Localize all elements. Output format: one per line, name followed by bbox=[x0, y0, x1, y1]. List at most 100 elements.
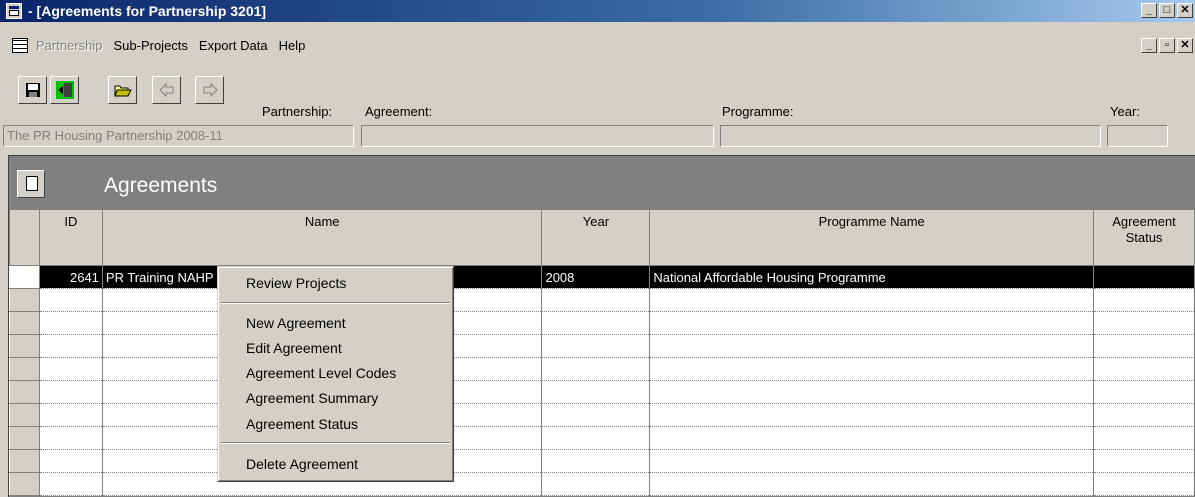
close-button[interactable]: ✕ bbox=[1177, 3, 1193, 18]
cell-status[interactable] bbox=[1093, 265, 1195, 289]
row-selector-header[interactable] bbox=[9, 209, 40, 266]
empty-cell[interactable] bbox=[39, 380, 103, 404]
menu-item-delete-agreement[interactable]: Delete Agreement bbox=[246, 456, 358, 472]
empty-cell[interactable] bbox=[541, 357, 651, 381]
empty-cell[interactable] bbox=[1093, 357, 1195, 381]
row-selector[interactable] bbox=[9, 288, 40, 312]
empty-cell[interactable] bbox=[541, 380, 651, 404]
mdi-close-button[interactable]: ✕ bbox=[1177, 38, 1193, 53]
row-selector[interactable] bbox=[9, 403, 40, 427]
cell-programme[interactable]: National Affordable Housing Programme bbox=[649, 265, 1095, 289]
menu-item-agreement-level-codes[interactable]: Agreement Level Codes bbox=[246, 365, 396, 381]
empty-cell[interactable] bbox=[541, 288, 651, 312]
column-header-year[interactable]: Year bbox=[541, 209, 651, 266]
empty-cell[interactable] bbox=[39, 449, 103, 473]
minimize-button[interactable]: _ bbox=[1141, 3, 1157, 18]
empty-cell[interactable] bbox=[1093, 380, 1195, 404]
row-selector[interactable] bbox=[9, 311, 40, 335]
column-header-programme-name[interactable]: Programme Name bbox=[649, 209, 1095, 266]
table-row[interactable] bbox=[9, 334, 1195, 358]
empty-cell[interactable] bbox=[541, 472, 651, 496]
empty-cell[interactable] bbox=[541, 449, 651, 473]
empty-cell[interactable] bbox=[541, 403, 651, 427]
table-row[interactable] bbox=[9, 403, 1195, 427]
cell-id[interactable]: 2641 bbox=[39, 265, 103, 289]
back-button[interactable] bbox=[152, 76, 181, 104]
cell-year[interactable]: 2008 bbox=[541, 265, 651, 289]
menu-export-data[interactable]: Export Data bbox=[199, 38, 268, 53]
row-selector[interactable] bbox=[9, 265, 40, 289]
empty-cell[interactable] bbox=[649, 311, 1095, 335]
row-selector[interactable] bbox=[9, 449, 40, 473]
new-document-button[interactable] bbox=[17, 170, 45, 198]
table-row[interactable] bbox=[9, 311, 1195, 335]
save-button[interactable] bbox=[18, 76, 47, 104]
menu-item-edit-agreement[interactable]: Edit Agreement bbox=[246, 340, 342, 356]
row-selector[interactable] bbox=[9, 472, 40, 496]
partnership-label: Partnership: bbox=[262, 104, 333, 119]
grid-icon[interactable] bbox=[12, 38, 28, 53]
empty-cell[interactable] bbox=[1093, 288, 1195, 312]
menu-item-new-agreement[interactable]: New Agreement bbox=[246, 315, 346, 331]
agreements-panel: Agreements ID Name Year Programme Name A… bbox=[8, 155, 1195, 497]
menu-partnership[interactable]: Partnership bbox=[36, 38, 102, 53]
folder-open-icon bbox=[113, 85, 132, 97]
mdi-minimize-button[interactable]: _ bbox=[1141, 38, 1157, 53]
row-selector[interactable] bbox=[9, 357, 40, 381]
row-selector[interactable] bbox=[9, 380, 40, 404]
maximize-button[interactable]: □ bbox=[1159, 3, 1175, 18]
empty-cell[interactable] bbox=[1093, 334, 1195, 358]
empty-cell[interactable] bbox=[39, 357, 103, 381]
menu-help[interactable]: Help bbox=[279, 38, 306, 53]
programme-field[interactable] bbox=[720, 125, 1101, 147]
table-row[interactable] bbox=[9, 449, 1195, 473]
menu-item-agreement-summary[interactable]: Agreement Summary bbox=[246, 390, 378, 406]
menu-item-review-projects[interactable]: Review Projects bbox=[246, 275, 346, 291]
partnership-field[interactable]: The PR Housing Partnership 2008-11 bbox=[3, 125, 354, 147]
empty-cell[interactable] bbox=[39, 426, 103, 450]
arrow-left-icon bbox=[158, 82, 173, 98]
empty-cell[interactable] bbox=[39, 288, 103, 312]
empty-cell[interactable] bbox=[39, 472, 103, 496]
row-selector[interactable] bbox=[9, 334, 40, 358]
column-header-id[interactable]: ID bbox=[38, 209, 103, 266]
empty-cell[interactable] bbox=[541, 426, 651, 450]
menu-sub-projects[interactable]: Sub-Projects bbox=[113, 38, 187, 53]
column-header-name[interactable]: Name bbox=[101, 209, 543, 266]
empty-cell[interactable] bbox=[649, 449, 1095, 473]
empty-cell[interactable] bbox=[649, 357, 1095, 381]
empty-cell[interactable] bbox=[541, 311, 651, 335]
empty-cell[interactable] bbox=[1093, 449, 1195, 473]
table-row[interactable]: 2641 PR Training NAHP 2008-11 2008 Natio… bbox=[9, 265, 1195, 289]
forward-button[interactable] bbox=[195, 76, 224, 104]
menu-item-agreement-status[interactable]: Agreement Status bbox=[246, 416, 358, 432]
empty-cell[interactable] bbox=[1093, 403, 1195, 427]
empty-cell[interactable] bbox=[39, 334, 103, 358]
table-row[interactable] bbox=[9, 426, 1195, 450]
app-icon[interactable] bbox=[6, 3, 22, 19]
exit-button[interactable] bbox=[50, 76, 79, 104]
table-row[interactable] bbox=[9, 357, 1195, 381]
empty-cell[interactable] bbox=[649, 288, 1095, 312]
empty-cell[interactable] bbox=[649, 334, 1095, 358]
column-header-agreement-status[interactable]: Agreement Status bbox=[1093, 209, 1195, 266]
empty-cell[interactable] bbox=[1093, 472, 1195, 496]
empty-cell[interactable] bbox=[1093, 311, 1195, 335]
row-selector[interactable] bbox=[9, 426, 40, 450]
empty-cell[interactable] bbox=[649, 403, 1095, 427]
table-row[interactable] bbox=[9, 380, 1195, 404]
year-field[interactable] bbox=[1107, 125, 1168, 147]
agreement-field[interactable] bbox=[361, 125, 714, 147]
empty-cell[interactable] bbox=[39, 311, 103, 335]
empty-cell[interactable] bbox=[649, 380, 1095, 404]
table-row[interactable] bbox=[9, 472, 1195, 496]
table-row[interactable] bbox=[9, 288, 1195, 312]
year-label: Year: bbox=[1110, 104, 1140, 119]
empty-cell[interactable] bbox=[649, 472, 1095, 496]
mdi-restore-button[interactable]: ▫ bbox=[1159, 38, 1175, 53]
empty-cell[interactable] bbox=[541, 334, 651, 358]
empty-cell[interactable] bbox=[649, 426, 1095, 450]
open-button[interactable] bbox=[108, 76, 137, 104]
empty-cell[interactable] bbox=[39, 403, 103, 427]
empty-cell[interactable] bbox=[1093, 426, 1195, 450]
